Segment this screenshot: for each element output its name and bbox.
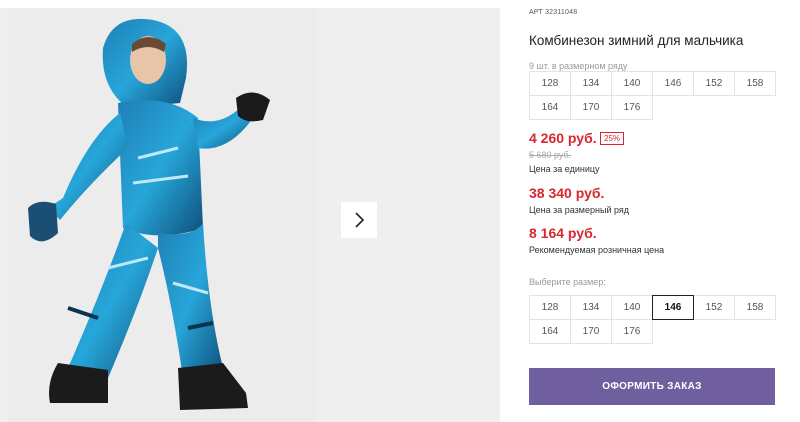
size-row-cell: 170 (570, 95, 612, 120)
unit-price-caption: Цена за единицу (529, 164, 600, 174)
size-select-grid: 128 134 140 146 152 158 164 170 176 (529, 295, 776, 344)
article-number: АРТ 32311048 (529, 9, 577, 16)
retail-price-caption: Рекомендуемая розничная цена (529, 245, 665, 255)
size-option-selected[interactable]: 146 (652, 295, 694, 320)
size-row-cell: 152 (693, 71, 735, 96)
size-row-cell: 146 (652, 71, 694, 96)
chevron-right-icon (355, 212, 365, 228)
size-row-cell: 128 (529, 71, 571, 96)
choose-size-label: Выберите размер: (529, 277, 606, 287)
size-row-grid: 128 134 140 146 152 158 164 170 176 (529, 71, 776, 120)
size-option[interactable]: 158 (734, 295, 776, 320)
size-row-cell: 140 (611, 71, 653, 96)
product-title: Комбинезон зимний для мальчика (529, 33, 744, 48)
size-option[interactable]: 170 (570, 319, 612, 344)
size-option[interactable]: 152 (693, 295, 735, 320)
discount-badge: 25% (600, 132, 625, 145)
size-option[interactable]: 134 (570, 295, 612, 320)
product-gallery (0, 8, 500, 422)
article-label: АРТ (529, 9, 543, 16)
size-row-cell: 164 (529, 95, 571, 120)
row-price-caption: Цена за размерный ряд (529, 205, 630, 215)
unit-price: 4 260 руб. (529, 130, 597, 146)
size-row-cell: 158 (734, 71, 776, 96)
size-row-cell: 134 (570, 71, 612, 96)
product-photo (8, 8, 316, 422)
size-option[interactable]: 128 (529, 295, 571, 320)
size-row-cell: 176 (611, 95, 653, 120)
row-price: 38 340 руб. (529, 185, 605, 201)
size-option[interactable]: 140 (611, 295, 653, 320)
size-option[interactable]: 176 (611, 319, 653, 344)
place-order-button[interactable]: ОФОРМИТЬ ЗАКАЗ (529, 368, 775, 405)
size-row-label: 9 шт. в размерном ряду (529, 61, 628, 71)
size-option[interactable]: 164 (529, 319, 571, 344)
old-price: 5 680 руб. (529, 150, 572, 160)
next-image-button[interactable] (341, 202, 377, 238)
article-value: 32311048 (545, 9, 578, 16)
retail-price: 8 164 руб. (529, 225, 597, 241)
